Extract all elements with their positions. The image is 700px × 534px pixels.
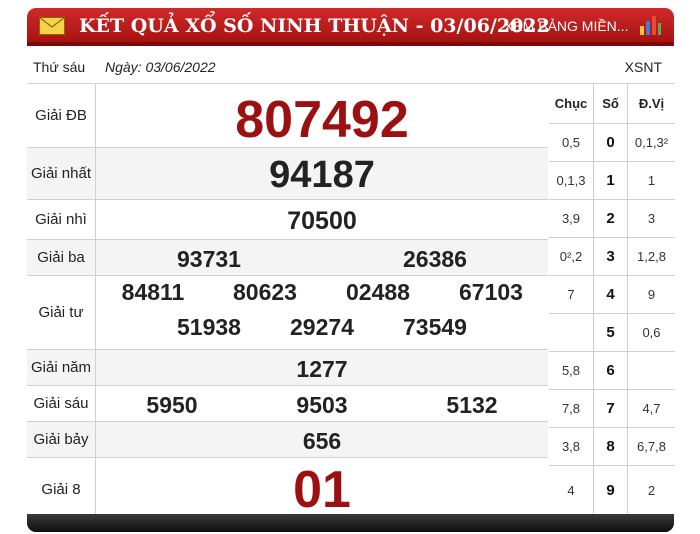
prize-number: 656	[302, 428, 342, 454]
page-title: KẾT QUẢ XỔ SỐ NINH THUẬN - 03/06/2022	[79, 15, 550, 37]
prize-row-fifth: Giải năm 1277	[27, 350, 548, 386]
loto-row: 4 9 2	[549, 466, 675, 514]
loto-row: 0,1,3 1 1	[549, 162, 675, 200]
loto-number: 1	[594, 162, 628, 199]
loto-header: Chục Số Đ.Vị	[549, 84, 675, 124]
loto-tens: 5,8	[549, 352, 594, 389]
special-prize-number: 807492	[235, 91, 409, 149]
loto-tens: 7	[549, 276, 594, 313]
loto-tens: 0,5	[549, 124, 594, 161]
loto-row: 0,5 0 0,1,3²	[549, 124, 675, 162]
loto-number: 5	[594, 314, 628, 351]
prize-number: 73549	[403, 314, 467, 340]
loto-tens: 3,9	[549, 200, 594, 237]
prize-number: 93731	[177, 246, 241, 272]
loto-row: 7,8 7 4,7	[549, 390, 675, 428]
prize-row-seventh: Giải bảy 656	[27, 422, 548, 458]
prize-number: 51938	[177, 314, 241, 340]
prize-row-first: Giải nhất 94187	[27, 148, 548, 200]
loto-units: 4,7	[642, 401, 661, 416]
loto-col-units: Đ.Vị	[638, 96, 665, 111]
loto-units: 1,2,8	[637, 249, 666, 264]
prize-row-second: Giải nhì 70500	[27, 200, 548, 240]
loto-number: 7	[594, 390, 628, 427]
prize-label: Giải ba	[27, 240, 96, 275]
prize-number: 94187	[269, 154, 375, 196]
loto-number: 6	[594, 352, 628, 389]
loto-tens	[549, 314, 594, 351]
loto-units: 0,1,3²	[634, 135, 669, 150]
loto-units: 6,7,8	[637, 439, 666, 454]
eighth-prize-number: 01	[293, 461, 351, 519]
loto-tens: 0,1,3	[549, 162, 594, 199]
weekday-label: Thứ sáu	[33, 59, 86, 75]
prize-number: 5132	[446, 392, 498, 418]
footer-bar	[27, 514, 674, 532]
prize-number: 67103	[459, 279, 523, 305]
loto-tens: 4	[549, 466, 594, 514]
loto-units: 9	[647, 287, 656, 302]
prize-label: Giải bảy	[27, 422, 96, 457]
loto-col-number: Số	[594, 84, 628, 123]
prize-row-third: Giải ba 93731 26386	[27, 240, 548, 276]
prize-label: Giải nhì	[27, 200, 96, 239]
prize-row-special: Giải ĐB 807492	[27, 84, 548, 149]
loto-units: 3	[647, 211, 656, 226]
prize-label: Giải nhất	[27, 148, 96, 199]
loto-tens: 3,8	[549, 428, 594, 465]
prize-number: 02488	[346, 279, 410, 305]
lottery-code: XSNT	[624, 59, 662, 75]
loto-col-tens: Chục	[549, 84, 594, 123]
loto-tens: 0²,2	[549, 238, 594, 275]
loto-number: 4	[594, 276, 628, 313]
prize-row-sixth: Giải sáu 5950 9503 5132	[27, 386, 548, 422]
header-bar: KẾT QUẢ XỔ SỐ NINH THUẬN - 03/06/2022 XE…	[27, 8, 674, 46]
prize-label: Giải tư	[27, 276, 96, 349]
loto-row: 5 0,6	[549, 314, 675, 352]
prize-label: Giải 8	[27, 458, 96, 520]
sub-header: Thứ sáu Ngày: 03/06/2022 XSNT	[27, 50, 674, 84]
prize-number: 1277	[296, 356, 348, 382]
view-region-link[interactable]: XEM BẢNG MIỀN...	[504, 18, 628, 34]
prize-number: 9503	[296, 392, 348, 418]
loto-number: 0	[594, 124, 628, 161]
prize-label: Giải năm	[27, 350, 96, 385]
prize-label: Giải sáu	[27, 386, 96, 421]
prize-number: 5950	[146, 392, 198, 418]
draw-date: Ngày: 03/06/2022	[105, 59, 216, 75]
loto-number: 3	[594, 238, 628, 275]
bar-chart-icon[interactable]	[637, 12, 663, 38]
loto-units: 0,6	[642, 325, 661, 340]
prize-number: 26386	[403, 246, 467, 272]
prize-number: 70500	[287, 207, 357, 235]
loto-row: 3,9 2 3	[549, 200, 675, 238]
loto-row: 0²,2 3 1,2,8	[549, 238, 675, 276]
loto-number: 8	[594, 428, 628, 465]
result-board: KẾT QUẢ XỔ SỐ NINH THUẬN - 03/06/2022 XE…	[27, 8, 675, 532]
loto-row: 3,8 8 6,7,8	[549, 428, 675, 466]
prize-row-fourth: Giải tư 84811 80623 02488 67103 51938 29…	[27, 276, 548, 350]
prize-number: 80623	[233, 279, 297, 305]
loto-row: 5,8 6	[549, 352, 675, 390]
loto-tens: 7,8	[549, 390, 594, 427]
mail-icon	[39, 17, 65, 35]
loto-units: 1	[647, 173, 656, 188]
prize-number: 29274	[290, 314, 354, 340]
loto-units: 2	[647, 482, 656, 498]
loto-number: 9	[594, 466, 628, 514]
prize-number: 84811	[121, 279, 185, 305]
prize-label: Giải ĐB	[27, 84, 96, 147]
loto-row: 7 4 9	[549, 276, 675, 314]
loto-number: 2	[594, 200, 628, 237]
prize-row-eighth: Giải 8 01	[27, 458, 548, 520]
loto-units	[628, 352, 675, 389]
